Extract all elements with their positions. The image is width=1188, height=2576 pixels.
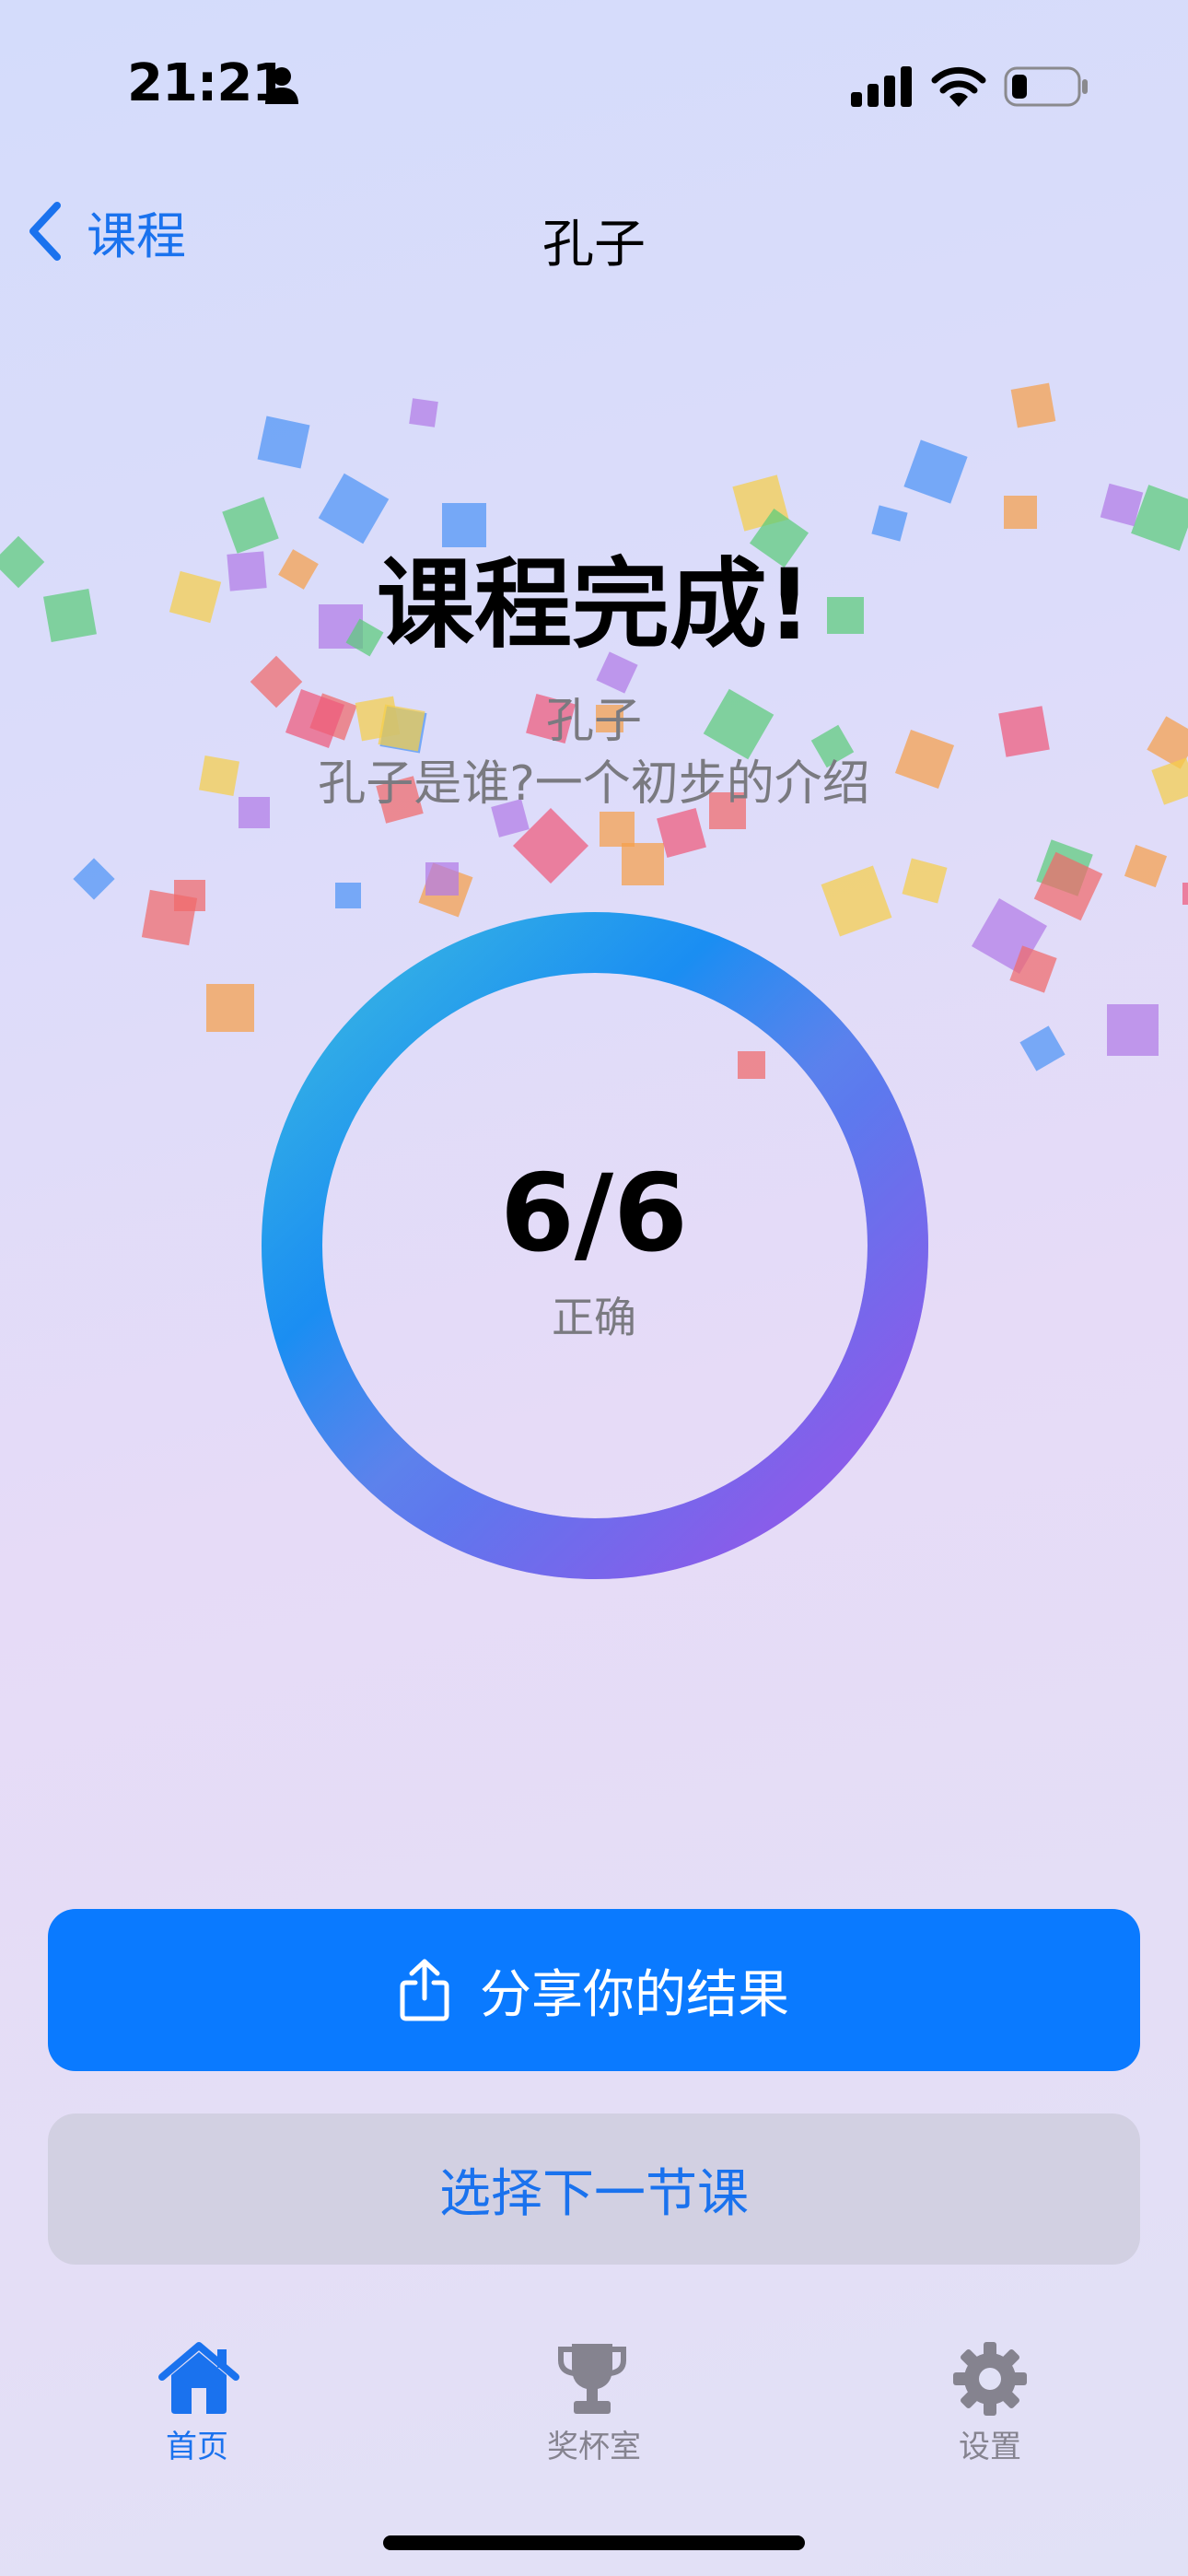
lesson-name: 孔子	[545, 694, 642, 749]
confetti-piece	[141, 889, 198, 946]
completion-title: 课程完成!	[376, 548, 812, 662]
choose-next-lesson-button[interactable]: 选择下一节课	[48, 2113, 1140, 2265]
confetti-piece	[1100, 483, 1144, 527]
confetti-piece	[1124, 844, 1168, 888]
person-icon	[265, 67, 298, 104]
share-icon	[400, 1959, 449, 2021]
confetti-piece	[512, 807, 589, 884]
confetti-piece	[1019, 1025, 1066, 1071]
tab-trophy-room[interactable]: 奖杯室	[456, 2322, 732, 2478]
wifi-icon	[931, 66, 986, 107]
cellular-signal-icon	[851, 66, 912, 107]
house-icon	[158, 2342, 239, 2414]
tab-home-label: 首页	[166, 2429, 228, 2465]
tab-settings-label: 设置	[959, 2429, 1021, 2465]
confetti-piece	[1107, 1004, 1159, 1056]
nav-title: 孔子	[542, 215, 646, 275]
confetti-piece	[1009, 945, 1057, 993]
confetti-piece	[418, 862, 473, 918]
confetti-piece	[1010, 382, 1056, 428]
navigation-bar: 课程 孔子	[0, 175, 1188, 286]
confetti-piece	[732, 474, 789, 532]
battery-icon	[1004, 66, 1088, 107]
confetti-piece	[1182, 883, 1188, 905]
tab-home[interactable]: 首页	[59, 2322, 335, 2478]
confetti-piece	[257, 416, 310, 469]
choose-next-lesson-label: 选择下一节课	[439, 2163, 749, 2224]
share-results-button[interactable]: 分享你的结果	[48, 1909, 1140, 2071]
confetti-piece	[972, 898, 1047, 974]
confetti-piece	[73, 858, 115, 900]
confetti-piece	[622, 843, 664, 885]
confetti-piece	[206, 984, 254, 1032]
confetti-piece	[657, 808, 706, 858]
trophy-icon	[558, 2344, 626, 2414]
tab-settings[interactable]: 设置	[852, 2322, 1128, 2478]
tab-trophy-room-label: 奖杯室	[547, 2429, 641, 2465]
status-bar: 21:21	[0, 0, 1188, 166]
share-results-label: 分享你的结果	[480, 1964, 789, 2025]
score-value: 6/6	[500, 1152, 688, 1276]
confetti-piece	[425, 862, 459, 896]
confetti-piece	[600, 812, 635, 847]
confetti-piece	[409, 398, 438, 427]
gear-icon	[953, 2342, 1027, 2416]
home-indicator	[383, 2535, 805, 2550]
confetti-piece	[174, 880, 205, 911]
confetti-piece	[1036, 839, 1093, 896]
confetti-piece	[902, 858, 948, 904]
lesson-subtitle: 孔子是谁?一个初步的介绍	[318, 756, 870, 812]
confetti-piece	[1004, 496, 1037, 529]
confetti-piece	[335, 883, 361, 908]
score-label: 正确	[552, 1293, 636, 1342]
confetti-piece	[903, 439, 968, 504]
confetti-piece	[1033, 851, 1103, 921]
